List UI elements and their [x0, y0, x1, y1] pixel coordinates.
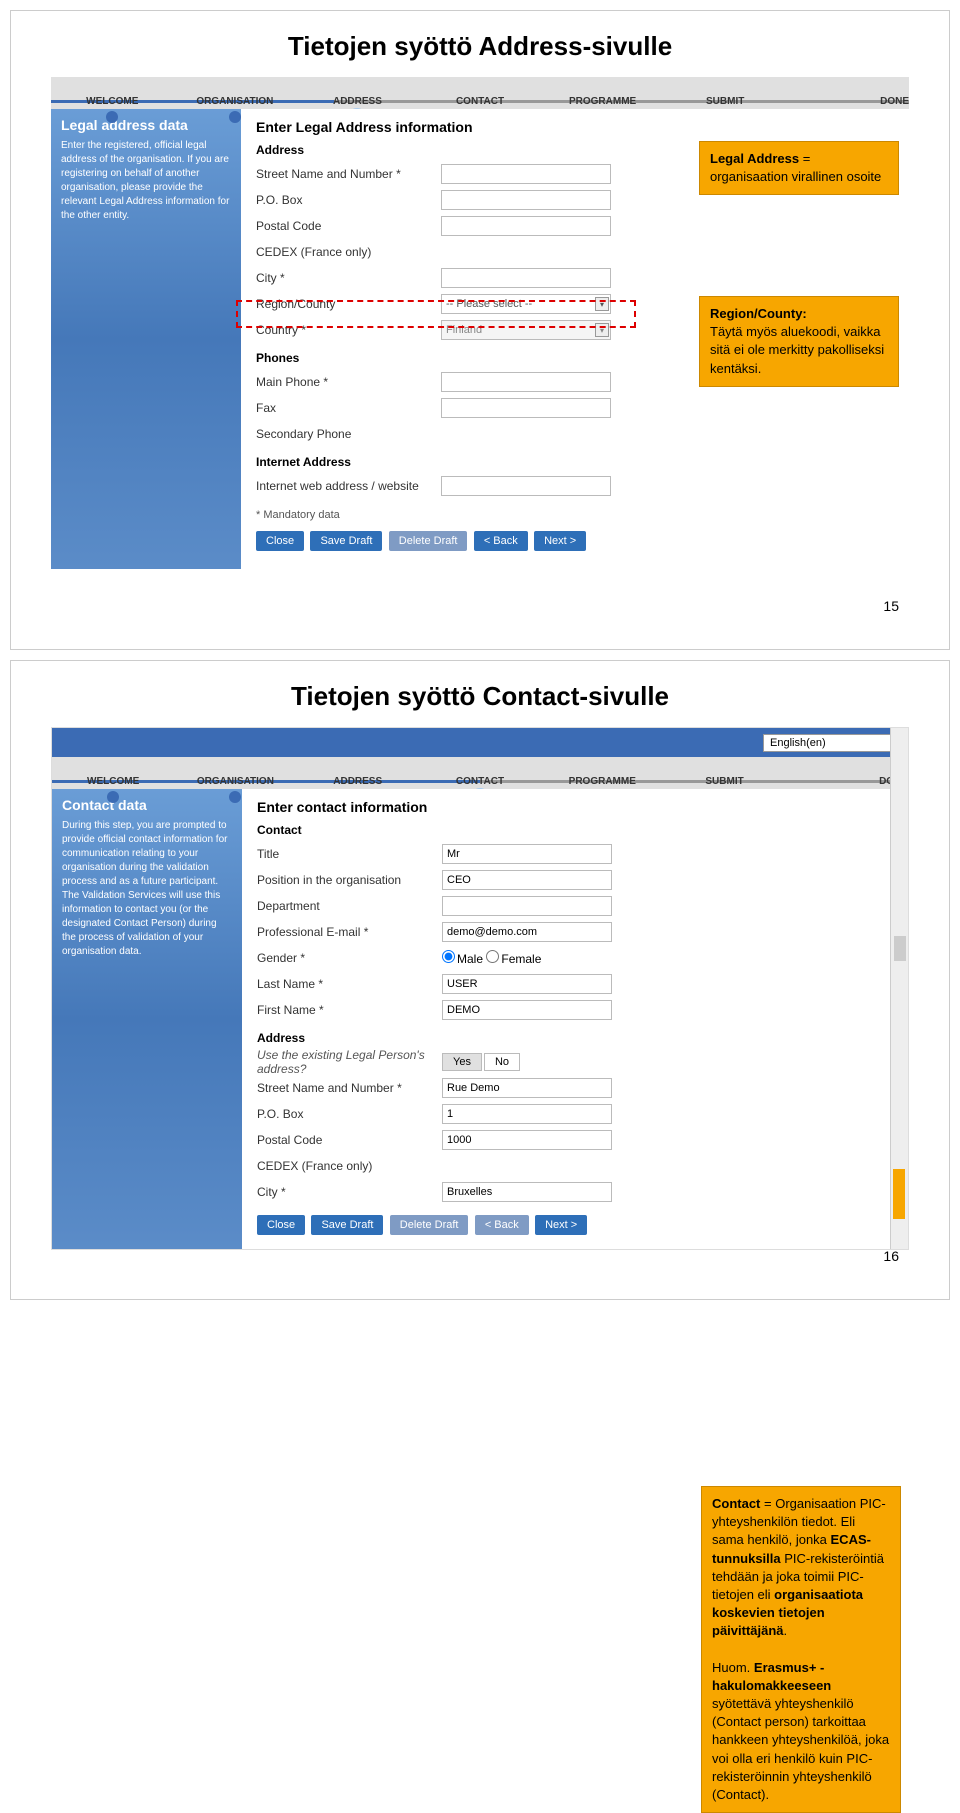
- label-cedex: CEDEX (France only): [256, 245, 441, 259]
- sidebar-title: Legal address data: [61, 117, 231, 133]
- sidebar-text: During this step, you are prompted to pr…: [62, 819, 232, 959]
- input-department[interactable]: [442, 896, 612, 916]
- label-website: Internet web address / website: [256, 479, 441, 493]
- label-gender: Gender *: [257, 951, 442, 965]
- label-street: Street Name and Number *: [256, 167, 441, 181]
- back-button[interactable]: < Back: [474, 531, 528, 551]
- input-city[interactable]: [441, 268, 611, 288]
- radio-female[interactable]: [486, 950, 499, 963]
- input-postal[interactable]: [441, 216, 611, 236]
- input-street[interactable]: [441, 164, 611, 184]
- label-firstname: First Name *: [257, 1003, 442, 1017]
- form-wrap-contact: English(en) WELCOME ORGANISATION ADDRESS…: [51, 727, 909, 1250]
- label-city: City *: [257, 1185, 442, 1199]
- callout-contact: Contact = Organisaation PIC-yhteyshenkil…: [701, 1486, 901, 1813]
- input-postal[interactable]: [442, 1130, 612, 1150]
- input-firstname[interactable]: [442, 1000, 612, 1020]
- input-pobox[interactable]: [442, 1104, 612, 1124]
- label-street: Street Name and Number *: [257, 1081, 442, 1095]
- label-fax: Fax: [256, 401, 441, 415]
- section-contact: Contact: [257, 823, 893, 837]
- label-mainphone: Main Phone *: [256, 375, 441, 389]
- highlight-region: [236, 300, 636, 328]
- input-lastname[interactable]: [442, 974, 612, 994]
- no-button[interactable]: No: [484, 1053, 520, 1071]
- main-form: Enter contact information Contact Title …: [242, 789, 908, 1249]
- input-street[interactable]: [442, 1078, 612, 1098]
- sidebar: Legal address data Enter the registered,…: [51, 109, 241, 569]
- label-city: City *: [256, 271, 441, 285]
- scrollbar[interactable]: [890, 728, 908, 1249]
- input-position[interactable]: [442, 870, 612, 890]
- input-website[interactable]: [441, 476, 611, 496]
- label-useexisting: Use the existing Legal Person's address?: [257, 1048, 442, 1076]
- close-button[interactable]: Close: [257, 1215, 305, 1235]
- input-title[interactable]: [442, 844, 612, 864]
- progress-bar: WELCOME ORGANISATION ADDRESS CONTACT PRO…: [51, 77, 909, 109]
- content-area: Contact data During this step, you are p…: [52, 789, 908, 1249]
- callout-region-county: Region/County: Täytä myös aluekoodi, vai…: [699, 296, 899, 387]
- section-internet: Internet Address: [256, 455, 894, 469]
- input-city[interactable]: [442, 1182, 612, 1202]
- yes-button[interactable]: Yes: [442, 1053, 482, 1071]
- slide-contact: Tietojen syöttö Contact-sivulle Contact …: [10, 660, 950, 1300]
- label-pobox: P.O. Box: [257, 1107, 442, 1121]
- progress-bar: WELCOME ORGANISATION ADDRESS CONTACT PRO…: [52, 757, 908, 789]
- delete-draft-button[interactable]: Delete Draft: [390, 1215, 469, 1235]
- label-lastname: Last Name *: [257, 977, 442, 991]
- next-button[interactable]: Next >: [535, 1215, 587, 1235]
- save-draft-button[interactable]: Save Draft: [310, 531, 382, 551]
- label-title: Title: [257, 847, 442, 861]
- language-bar: English(en): [52, 728, 908, 757]
- label-email: Professional E-mail *: [257, 925, 442, 939]
- section-address: Address: [257, 1031, 893, 1045]
- input-pobox[interactable]: [441, 190, 611, 210]
- slide-title: Tietojen syöttö Address-sivulle: [51, 31, 909, 62]
- sidebar-title: Contact data: [62, 797, 232, 813]
- label-pobox: P.O. Box: [256, 193, 441, 207]
- label-position: Position in the organisation: [257, 873, 442, 887]
- label-secphone: Secondary Phone: [256, 427, 441, 441]
- mandatory-note: * Mandatory data: [256, 509, 894, 521]
- button-bar: Close Save Draft Delete Draft < Back Nex…: [257, 1215, 893, 1235]
- label-department: Department: [257, 899, 442, 913]
- input-email[interactable]: [442, 922, 612, 942]
- radio-male[interactable]: [442, 950, 455, 963]
- slide-address: Tietojen syöttö Address-sivulle Legal Ad…: [10, 10, 950, 650]
- page-number: 15: [883, 598, 899, 614]
- page-number: 16: [883, 1248, 899, 1264]
- slide-title: Tietojen syöttö Contact-sivulle: [51, 681, 909, 712]
- next-button[interactable]: Next >: [534, 531, 586, 551]
- label-cedex: CEDEX (France only): [257, 1159, 442, 1173]
- sidebar-text: Enter the registered, official legal add…: [61, 139, 231, 223]
- language-select[interactable]: English(en): [763, 734, 903, 752]
- save-draft-button[interactable]: Save Draft: [311, 1215, 383, 1235]
- back-button[interactable]: < Back: [475, 1215, 529, 1235]
- input-fax[interactable]: [441, 398, 611, 418]
- label-postal: Postal Code: [257, 1133, 442, 1147]
- form-title: Enter contact information: [257, 799, 893, 815]
- close-button[interactable]: Close: [256, 531, 304, 551]
- callout-legal-address: Legal Address = organisaation virallinen…: [699, 141, 899, 195]
- button-bar: Close Save Draft Delete Draft < Back Nex…: [256, 531, 894, 551]
- sidebar: Contact data During this step, you are p…: [52, 789, 242, 1249]
- delete-draft-button[interactable]: Delete Draft: [389, 531, 468, 551]
- form-title: Enter Legal Address information: [256, 119, 894, 135]
- input-mainphone[interactable]: [441, 372, 611, 392]
- label-postal: Postal Code: [256, 219, 441, 233]
